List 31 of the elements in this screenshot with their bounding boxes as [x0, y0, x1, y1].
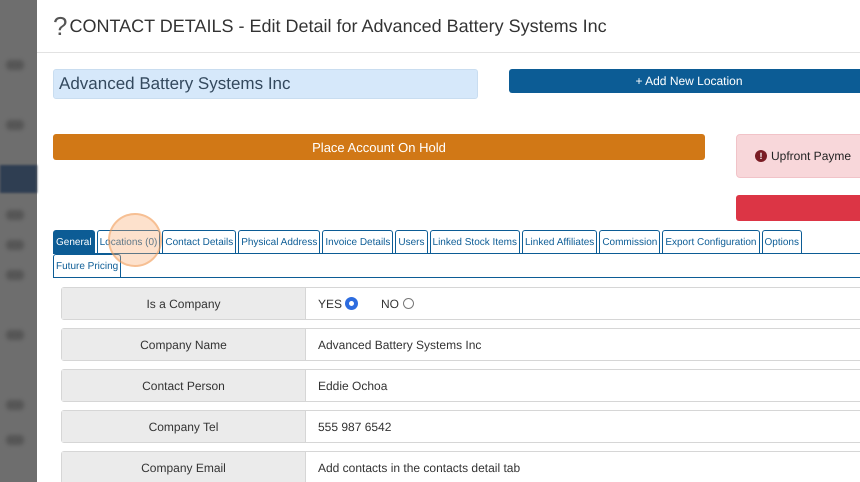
field-value: Add contacts in the contacts detail tab [318, 460, 520, 474]
alert-icon: ! [755, 150, 767, 162]
field-value: Eddie Ochoa [318, 378, 388, 392]
name-field[interactable]: Advanced Battery Systems Inc [53, 69, 478, 99]
radio-icon[interactable] [346, 298, 358, 309]
radio-option[interactable]: YES [318, 296, 358, 310]
tab[interactable]: Linked Stock Items [430, 230, 520, 253]
radio-option[interactable]: NO [381, 296, 414, 310]
tab[interactable]: Export Configuration [662, 230, 760, 253]
field-label: Company Email [62, 452, 306, 482]
tab[interactable]: Locations (0) [96, 230, 160, 253]
add-location-button[interactable]: + Add New Location [509, 69, 860, 93]
field-label: Is a Company [62, 288, 306, 319]
tab[interactable]: Users [395, 230, 428, 253]
field-label: Company Tel [62, 411, 306, 442]
tab[interactable]: Invoice Details [322, 230, 394, 253]
tab[interactable]: Contact Details [162, 230, 236, 253]
tab[interactable]: Physical Address [238, 230, 320, 253]
field-label: Contact Person [62, 370, 306, 401]
field-value: 555 987 6542 [318, 420, 392, 434]
alert-text: Upfront Payme [771, 149, 852, 163]
radio-icon[interactable] [403, 298, 414, 309]
help-icon[interactable]: ? [53, 10, 68, 42]
tab[interactable]: General [53, 230, 95, 253]
field-value: Advanced Battery Systems Inc [318, 338, 482, 352]
tab[interactable]: Linked Affiliates [522, 230, 598, 253]
field-label: Company Name [62, 329, 306, 360]
tab[interactable]: Commission [599, 230, 660, 253]
dialog-title: CONTACT DETAILS - Edit Detail for Advanced Battery Systems Inc [69, 16, 607, 36]
tab[interactable]: Future Pricing [53, 254, 122, 277]
tab[interactable]: Options [762, 230, 802, 253]
